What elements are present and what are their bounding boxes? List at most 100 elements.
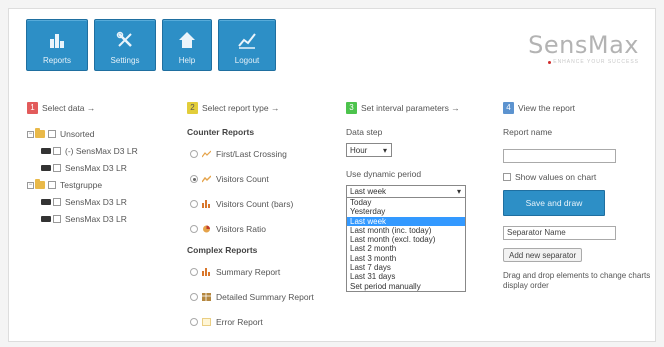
show-values-checkbox[interactable] [503,173,511,181]
data-step-label: Data step [346,127,383,137]
drag-hint-text: Drag and drop elements to change charts … [503,271,651,290]
period-option[interactable]: Yesterday [347,207,465,216]
report-radio[interactable] [190,225,198,233]
group-checkbox[interactable] [48,130,56,138]
dynamic-period-select[interactable]: Last week ▾ [346,185,466,198]
save-and-draw-button[interactable]: Save and draw [503,190,605,216]
group-checkbox[interactable] [48,181,56,189]
bar-chart-icon [50,34,64,48]
table-icon [202,293,211,301]
tree-item-sensor[interactable]: SensMax D3 LR [27,195,192,209]
period-option[interactable]: Last 2 month [347,244,465,253]
tree-group-unsorted[interactable]: − Unsorted [27,127,192,141]
step2-title: Select report type → [202,103,280,113]
collapse-icon[interactable]: − [27,181,34,189]
bar-chart-icon [202,268,210,276]
logout-button[interactable]: Logout [218,19,276,71]
step4-header: 4 View the report [503,101,653,115]
period-option[interactable]: Set period manually [347,282,465,291]
tree-group-label: Testgruppe [60,180,103,190]
step4-title: View the report [518,103,576,113]
period-option[interactable]: Last month (excl. today) [347,235,465,244]
step3-title: Set interval parameters → [361,103,460,113]
tree-group-label: Unsorted [60,129,95,139]
step2-header: 2 Select report type → [187,101,347,115]
show-values-label: Show values on chart [515,172,597,182]
report-name-input[interactable] [503,149,616,163]
data-step-value: Hour [350,145,368,155]
period-option-selected[interactable]: Last week [347,216,465,226]
sensor-icon [41,199,51,205]
report-option-visitors-count[interactable]: Visitors Count [187,172,347,186]
sensor-checkbox[interactable] [53,215,61,223]
step1-header: 1 Select data → [27,101,192,115]
report-label: Visitors Count [216,174,269,184]
step2-number: 2 [187,102,198,114]
report-radio[interactable] [190,318,198,326]
report-option-summary[interactable]: Summary Report [187,265,347,279]
report-radio[interactable] [190,200,198,208]
report-option-detailed-summary[interactable]: Detailed Summary Report [187,290,347,304]
tree-item-sensor[interactable]: SensMax D3 LR [27,212,192,226]
separator-name-input[interactable]: Separator Name [503,226,616,240]
period-option[interactable]: Last month (inc. today) [347,226,465,235]
reports-button[interactable]: Reports [26,19,88,71]
logout-label: Logout [234,56,260,65]
folder-icon [35,128,45,138]
sensor-icon [41,148,51,154]
logo-tagline-text: ENHANCE YOUR SUCCESS [553,59,639,65]
report-label: Detailed Summary Report [216,292,314,302]
pie-chart-icon [203,225,210,233]
period-option[interactable]: Last 3 month [347,254,465,263]
report-option-visitors-bars[interactable]: Visitors Count (bars) [187,197,347,211]
select-data-column: 1 Select data → − Unsorted (-) SensMax D… [27,101,192,229]
sensor-checkbox[interactable] [53,164,61,172]
report-radio[interactable] [190,293,198,301]
period-option[interactable]: Today [347,198,465,207]
help-button[interactable]: Help [162,19,212,71]
step4-number: 4 [503,102,514,114]
tree-item-label: SensMax D3 LR [65,214,127,224]
tree-group-testgruppe[interactable]: − Testgruppe [27,178,192,192]
interval-params-column: 3 Set interval parameters → Data step Ho… [346,101,496,292]
report-option-error[interactable]: Error Report [187,315,347,329]
sensor-icon [41,165,51,171]
sensor-checkbox[interactable] [53,147,61,155]
tree-item-label: SensMax D3 LR [65,197,127,207]
data-step-select[interactable]: Hour ▾ [346,143,392,157]
sensor-icon [41,216,51,222]
bar-chart-icon [202,200,210,208]
report-label: Visitors Ratio [216,224,266,234]
help-label: Help [178,56,196,65]
report-option-visitors-ratio[interactable]: Visitors Ratio [187,222,347,236]
tree-item-sensor[interactable]: (-) SensMax D3 LR [27,144,192,158]
report-label: First/Last Crossing [216,149,287,159]
step3-header: 3 Set interval parameters → [346,101,496,115]
report-radio-selected[interactable] [190,175,198,183]
add-separator-button[interactable]: Add new separator [503,248,583,262]
error-icon [202,318,211,326]
period-option[interactable]: Last 31 days [347,272,465,281]
period-dropdown-list: Today Yesterday Last week Last month (in… [346,198,466,292]
line-chart-icon [238,33,256,49]
crossing-icon [202,150,211,158]
main-toolbar: Reports Settings Help Logout [26,19,276,73]
sensmax-logo: SensMax ENHANCE YOUR SUCCESS [528,31,639,65]
report-label: Visitors Count (bars) [216,199,294,209]
dynamic-period-value: Last week [350,187,387,196]
report-name-label: Report name [503,127,553,137]
tree-item-sensor[interactable]: SensMax D3 LR [27,161,192,175]
view-report-column: 4 View the report Report name Show value… [503,101,653,291]
show-values-row[interactable]: Show values on chart [503,172,653,182]
sensor-checkbox[interactable] [53,198,61,206]
settings-button[interactable]: Settings [94,19,156,71]
collapse-icon[interactable]: − [27,130,34,138]
report-radio[interactable] [190,150,198,158]
report-type-column: 2 Select report type → Counter Reports F… [187,101,347,340]
report-option-first-last[interactable]: First/Last Crossing [187,147,347,161]
report-label: Summary Report [216,267,281,277]
reports-label: Reports [42,56,71,65]
period-option[interactable]: Last 7 days [347,263,465,272]
report-radio[interactable] [190,268,198,276]
chevron-down-icon: ▾ [382,145,387,155]
